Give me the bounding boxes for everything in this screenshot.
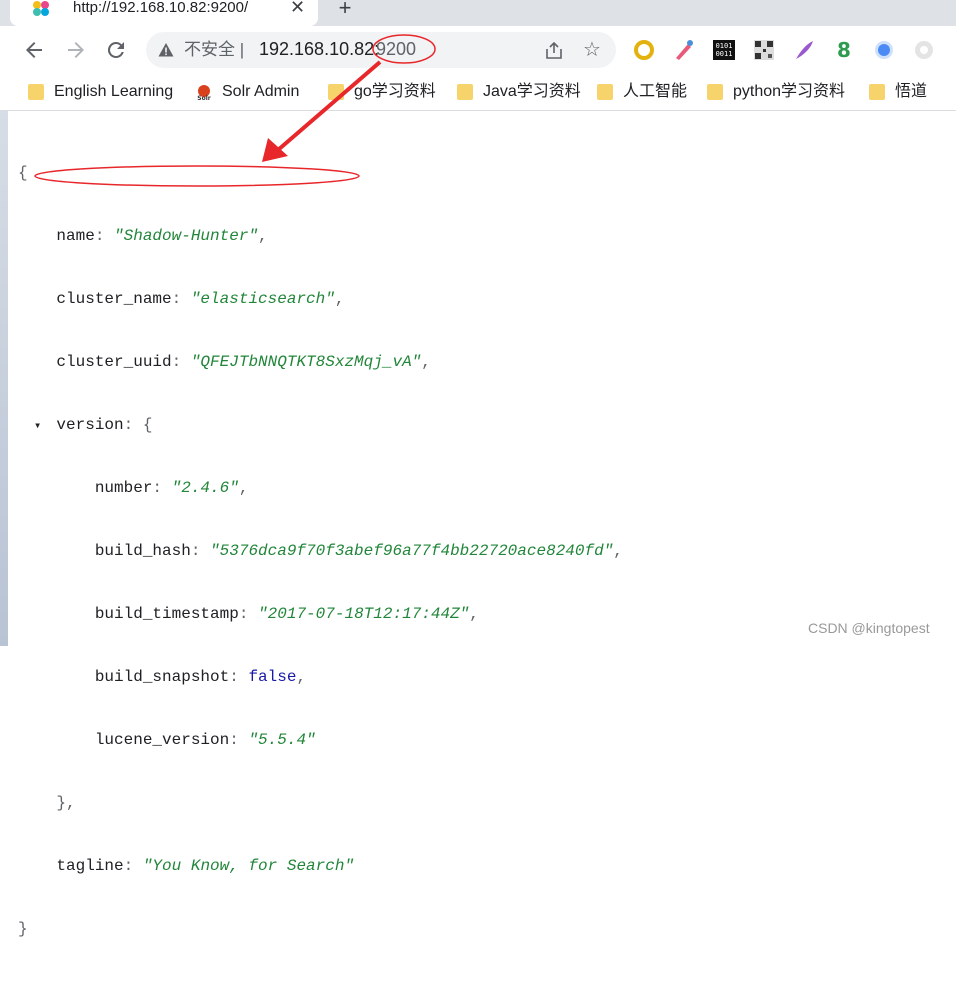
back-arrow-icon[interactable] xyxy=(22,38,46,62)
folder-icon xyxy=(597,84,613,100)
bookmark-label: Solr Admin xyxy=(222,83,300,100)
bookmark-label: python学习资料 xyxy=(733,83,846,100)
page-content: { name: "Shadow-Hunter", cluster_name: "… xyxy=(8,111,956,938)
json-row-number: number: "2.4.6", xyxy=(94,479,249,497)
folder-icon xyxy=(707,84,723,100)
json-row-build-timestamp: build_timestamp: "2017-07-18T12:17:44Z", xyxy=(94,605,479,623)
svg-text:0101: 0101 xyxy=(716,42,733,50)
elastic-favicon-icon xyxy=(33,1,49,16)
extension-gear-icon[interactable] xyxy=(912,38,936,62)
extension-feather-icon[interactable] xyxy=(792,38,816,62)
new-tab-button[interactable]: + xyxy=(333,0,357,20)
extension-number-icon[interactable]: 8 xyxy=(832,38,856,62)
forward-arrow-icon[interactable] xyxy=(64,38,88,62)
folder-icon xyxy=(328,84,344,100)
browser-tab[interactable]: http://192.168.10.82:9200/ ✕ xyxy=(10,0,318,26)
json-row-build-hash: build_hash: "5376dca9f70f3abef96a77f4bb2… xyxy=(94,542,623,560)
json-row-build-snapshot: build_snapshot: false, xyxy=(94,668,307,686)
extension-qr-icon[interactable] xyxy=(752,38,776,62)
json-row-name: name: "Shadow-Hunter", xyxy=(56,227,268,245)
bookmark-label: 人工智能 xyxy=(623,83,688,100)
json-viewer: { name: "Shadow-Hunter", cluster_name: "… xyxy=(18,121,623,982)
solr-logo-icon: Solr xyxy=(197,85,211,101)
collapse-triangle-icon[interactable]: ▾ xyxy=(34,416,41,437)
url-port: 9200 xyxy=(376,39,417,59)
bookmark-label: Java学习资料 xyxy=(483,83,581,100)
json-close-brace: } xyxy=(18,920,28,938)
warning-triangle-icon xyxy=(158,43,174,57)
bookmark-label: English Learning xyxy=(54,83,174,100)
bookmark-label: go学习资料 xyxy=(354,83,436,100)
bookmarks-bar: English Learning Solr Solr Admin go学习资料 … xyxy=(0,74,956,111)
extension-pen-icon[interactable] xyxy=(672,38,696,62)
tab-close-icon[interactable]: ✕ xyxy=(290,0,305,17)
json-row-tagline: tagline: "You Know, for Search" xyxy=(56,857,355,875)
json-row-version: ▾ version: { xyxy=(18,415,623,436)
share-icon[interactable] xyxy=(544,41,564,61)
svg-text:8: 8 xyxy=(837,38,851,62)
folder-icon xyxy=(869,84,885,100)
json-version-close: }, xyxy=(56,794,76,812)
watermark: CSDN @kingtopest xyxy=(808,620,930,636)
json-row-lucene-version: lucene_version: "5.5.4" xyxy=(94,731,316,749)
bookmark-label: 悟道 xyxy=(895,83,928,100)
address-bar[interactable]: 不安全 | 192.168.10.82: 9200 ☆ xyxy=(146,32,616,68)
json-row-cluster-uuid: cluster_uuid: "QFEJTbNNQTKT8SxzMqj_vA", xyxy=(56,353,431,371)
extension-ring-icon[interactable] xyxy=(632,38,656,62)
json-open-brace: { xyxy=(18,164,28,182)
security-indicator[interactable]: 不安全 | xyxy=(184,40,244,60)
json-row-cluster-name: cluster_name: "elasticsearch", xyxy=(56,290,345,308)
extension-blue-dot-icon[interactable] xyxy=(872,38,896,62)
left-window-edge xyxy=(0,111,8,646)
toolbar: 不安全 | 192.168.10.82: 9200 ☆ 0101 0011 8 xyxy=(0,26,956,74)
extension-binary-icon[interactable]: 0101 0011 xyxy=(712,38,736,62)
svg-text:0011: 0011 xyxy=(716,50,733,58)
bookmark-star-icon[interactable]: ☆ xyxy=(583,40,601,60)
reload-icon[interactable] xyxy=(104,38,128,62)
folder-icon xyxy=(28,84,44,100)
folder-icon xyxy=(457,84,473,100)
svg-text:Solr: Solr xyxy=(197,95,211,101)
tab-title: http://192.168.10.82:9200/ xyxy=(73,0,249,16)
url-host: 192.168.10.82: xyxy=(259,39,380,59)
tab-strip: http://192.168.10.82:9200/ ✕ + xyxy=(0,0,956,26)
